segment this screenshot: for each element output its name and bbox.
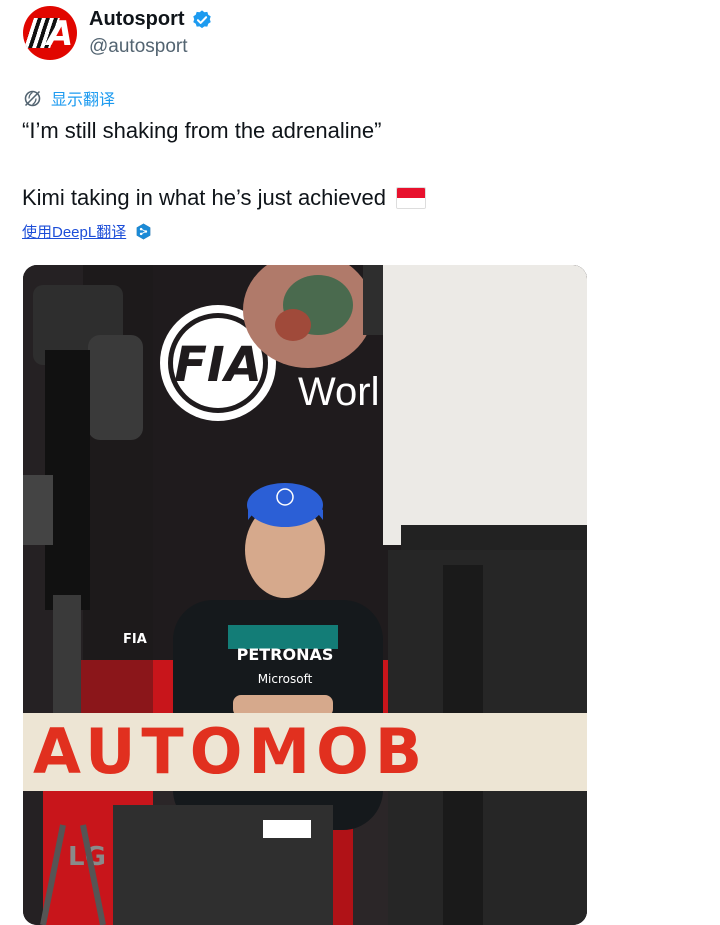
verified-badge-icon bbox=[192, 9, 211, 28]
show-translation-button[interactable]: 显示翻译 bbox=[22, 86, 115, 110]
photo-scene: FIA A F Worl PETRONAS Microsoft bbox=[23, 265, 587, 925]
microsoft-text: Microsoft bbox=[258, 672, 313, 686]
deepl-translate-link[interactable]: 使用DeepL翻译 bbox=[22, 221, 153, 242]
small-fia-text: FIA bbox=[123, 632, 147, 647]
backdrop-text-2: Worl bbox=[298, 370, 379, 414]
avatar[interactable]: A bbox=[23, 6, 77, 60]
tweet-text-line2: Kimi taking in what he’s just achieved bbox=[22, 185, 427, 211]
display-name[interactable]: Autosport bbox=[89, 8, 185, 31]
deepl-label: 使用DeepL翻译 bbox=[22, 224, 127, 241]
automobile-banner-text: AUTOMOB bbox=[33, 715, 428, 788]
fia-logo-text: FIA bbox=[174, 337, 262, 393]
handle[interactable]: @autosport bbox=[89, 36, 188, 58]
tweet-text-line2-label: Kimi taking in what he’s just achieved bbox=[22, 185, 387, 210]
show-translation-label: 显示翻译 bbox=[51, 92, 116, 109]
avatar-letter: A bbox=[47, 14, 74, 54]
translate-globe-icon bbox=[24, 90, 41, 106]
tweet-text-line1: “I’m still shaking from the adrenaline” bbox=[22, 118, 382, 143]
name-row: Autosport bbox=[89, 8, 213, 31]
deepl-icon bbox=[136, 223, 151, 240]
tweet-photo[interactable]: FIA A F Worl PETRONAS Microsoft bbox=[23, 265, 587, 925]
petronas-text: PETRONAS bbox=[237, 645, 334, 664]
monaco-flag-icon bbox=[396, 187, 427, 209]
